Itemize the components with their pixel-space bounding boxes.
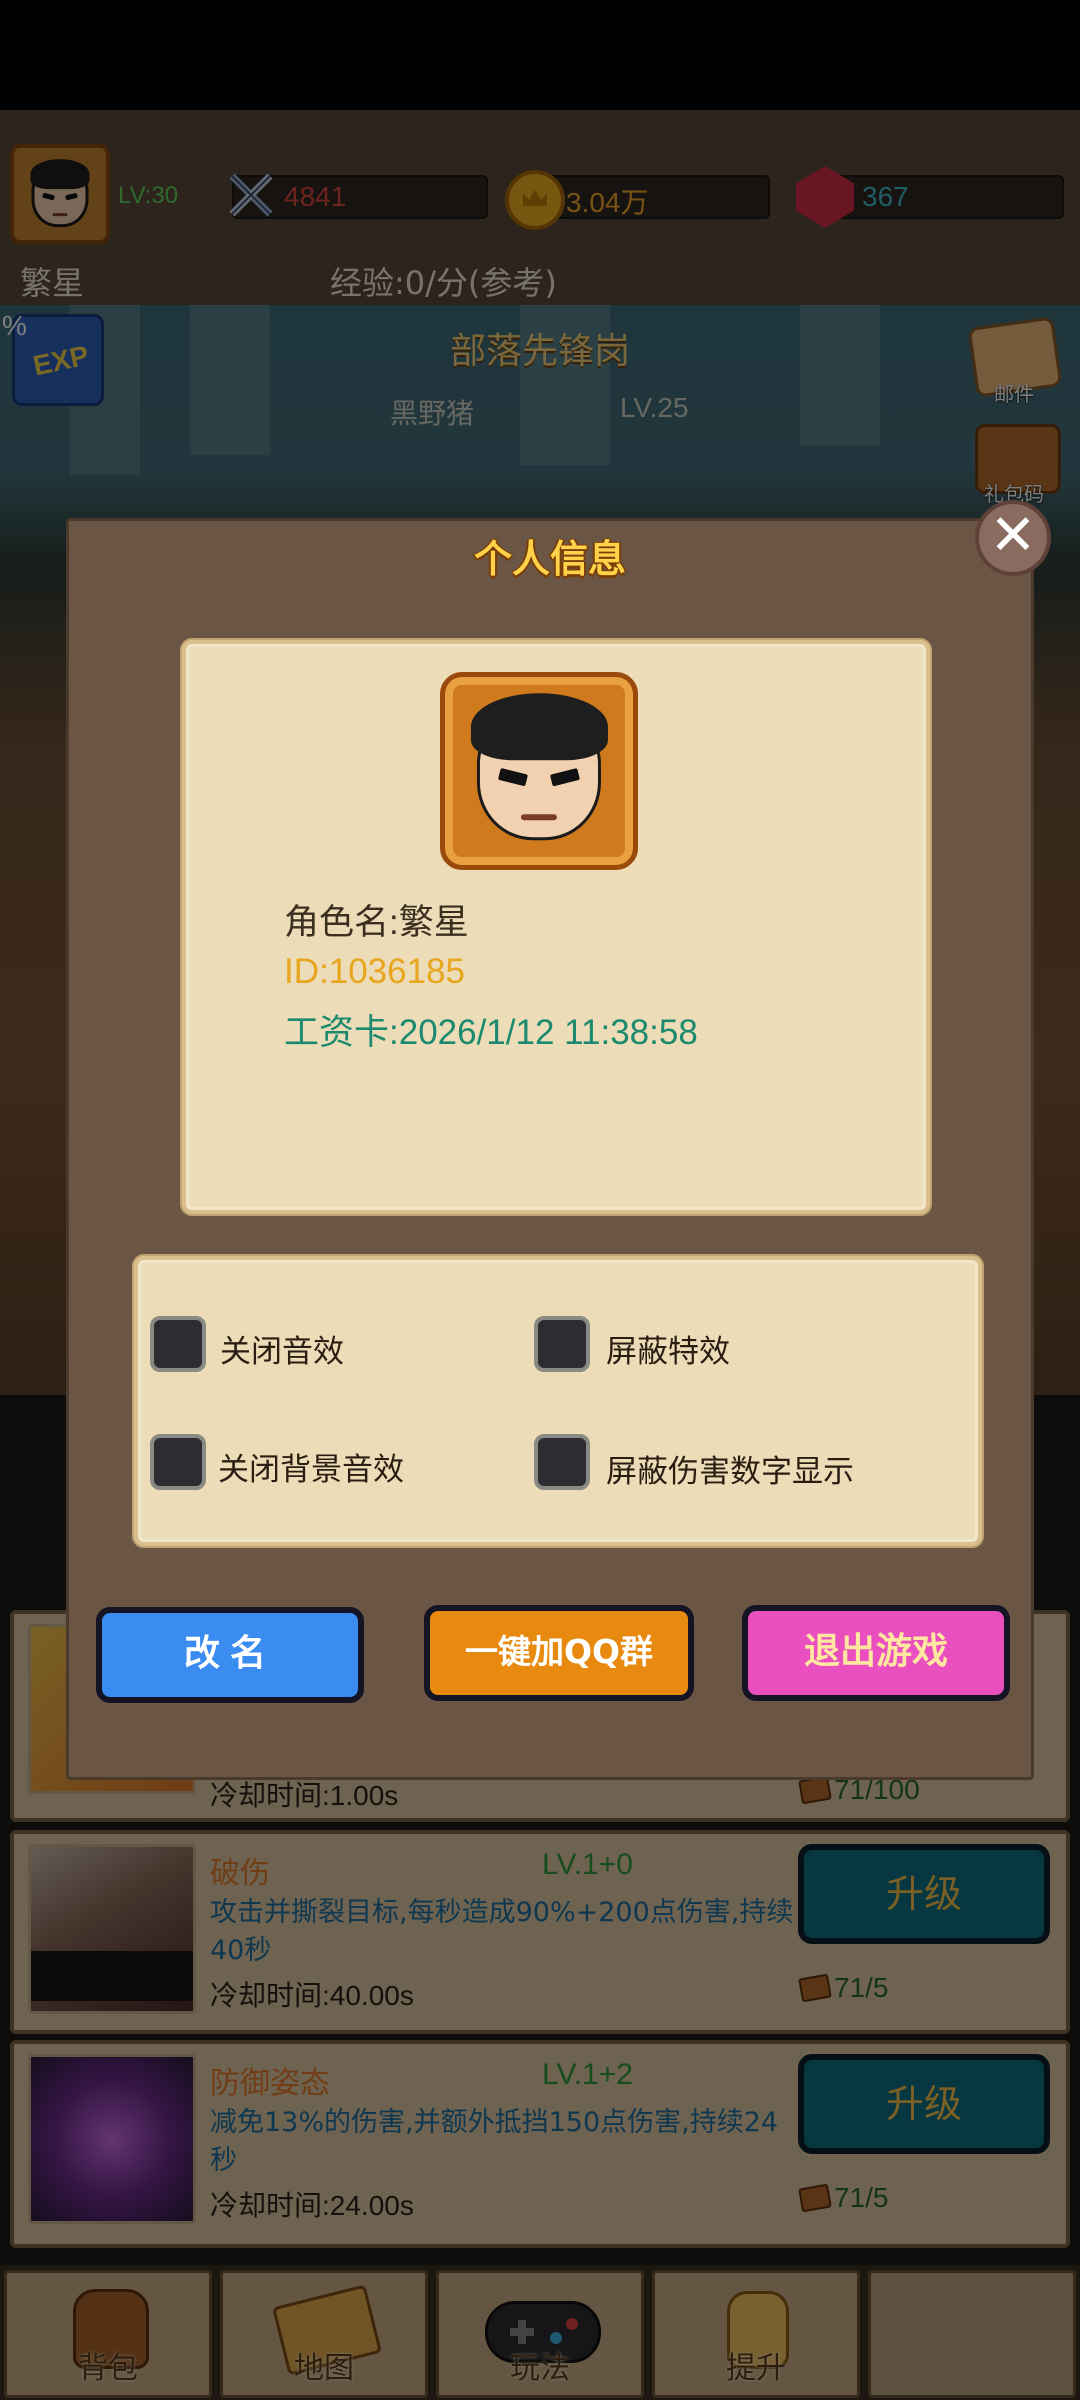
hide-effects-checkbox[interactable]	[534, 1316, 590, 1372]
player-id: ID:1036185	[284, 952, 465, 991]
close-icon[interactable]: ✕	[975, 500, 1051, 576]
mute-bgm-checkbox[interactable]	[150, 1434, 206, 1490]
exit-game-button[interactable]: 退出游戏	[742, 1605, 1010, 1701]
join-qq-group-button[interactable]: 一键加QQ群	[424, 1605, 694, 1701]
mute-sfx-checkbox[interactable]	[150, 1316, 206, 1372]
hide-damage-numbers-label: 屏蔽伤害数字显示	[606, 1454, 854, 1490]
settings-panel	[134, 1256, 982, 1546]
dialog-title: 个人信息	[473, 537, 626, 581]
hide-damage-numbers-checkbox[interactable]	[534, 1434, 590, 1490]
salary-card: 工资卡:2026/1/12 11:38:58	[284, 1013, 698, 1052]
mute-bgm-label: 关闭背景音效	[218, 1452, 404, 1488]
character-name: 角色名:繁星	[284, 903, 469, 942]
rename-button[interactable]: 改名	[96, 1607, 364, 1703]
avatar-face	[470, 693, 608, 841]
hide-effects-label: 屏蔽特效	[606, 1334, 730, 1370]
mute-sfx-label: 关闭音效	[220, 1334, 344, 1370]
profile-avatar	[440, 672, 638, 870]
